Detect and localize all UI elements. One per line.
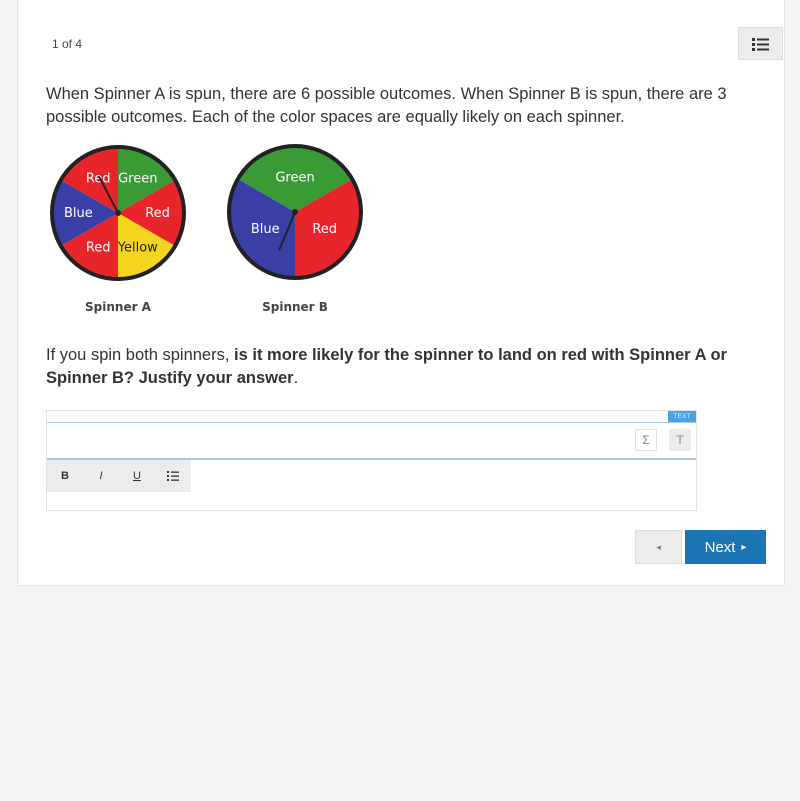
bullet-list-button[interactable] (155, 460, 191, 492)
question-counter: 1 of 4 (52, 37, 83, 51)
answer-editor: TEXT Σ T B I U (46, 410, 697, 511)
question-prompt: If you spin both spinners, is it more li… (46, 346, 727, 387)
sector-label: Blue (251, 222, 280, 237)
sector-label: Red (145, 206, 170, 221)
sector-label: Blue (64, 206, 93, 221)
sector-label: Green (275, 171, 314, 186)
text-mode-tag: TEXT (668, 411, 696, 422)
sector-label: Red (86, 172, 111, 187)
spinner-pivot (292, 209, 298, 215)
previous-button[interactable]: ◂ (635, 530, 682, 564)
question-list-button[interactable] (738, 27, 783, 60)
spinner-caption: Spinner A (85, 300, 152, 314)
answer-input[interactable] (47, 423, 696, 457)
italic-button[interactable]: I (83, 460, 119, 492)
sector-label: Green (118, 172, 157, 187)
bold-button[interactable]: B (47, 460, 83, 492)
sector-label: Yellow (117, 240, 158, 255)
underline-button[interactable]: U (119, 460, 155, 492)
list-icon (167, 471, 179, 481)
spinners-figure: Green Red Yellow Red Blue Red Spinner A Green Re… (50, 144, 363, 314)
sector-label: Red (86, 240, 111, 255)
spinner-pivot (115, 210, 121, 216)
question-intro: When Spinner A is spun, there are 6 poss… (46, 85, 727, 126)
list-icon (751, 37, 769, 51)
format-toolbar: B I U (47, 460, 191, 492)
next-button[interactable]: Next ▸ (685, 530, 766, 564)
spinner-caption: Spinner B (262, 300, 328, 314)
sector-label: Red (312, 222, 337, 237)
